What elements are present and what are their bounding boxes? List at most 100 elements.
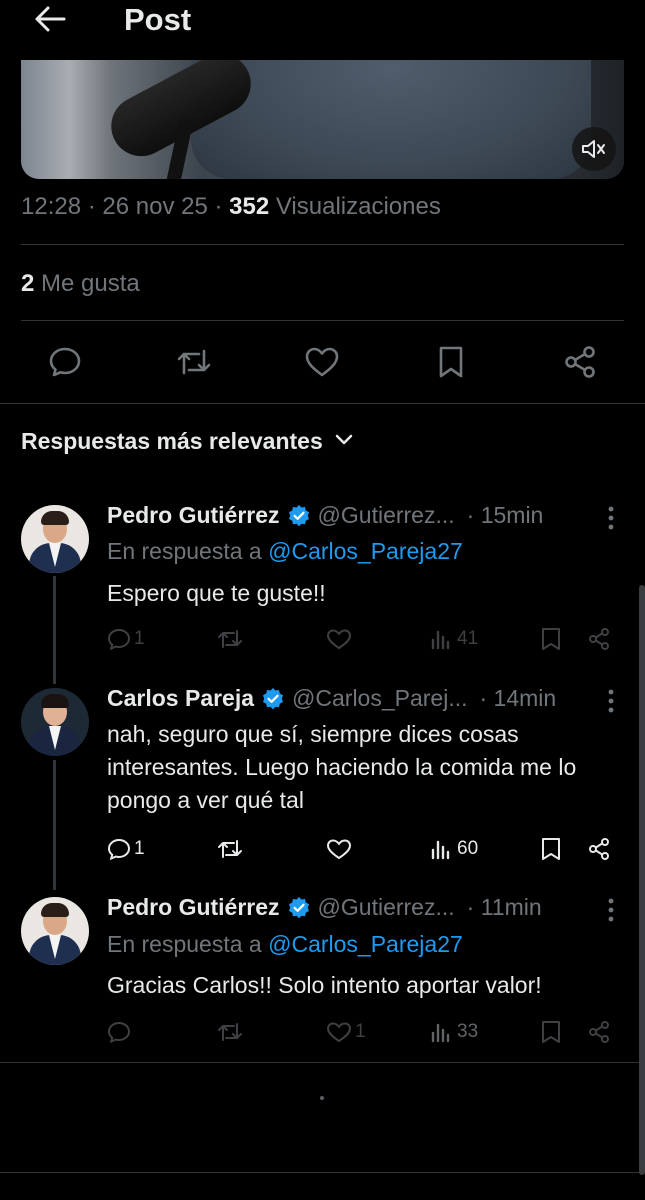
post-action-bar: [0, 336, 645, 388]
reply-actions: 1 60: [0, 835, 645, 863]
more-options-icon[interactable]: [601, 896, 621, 924]
like-icon: [326, 839, 352, 860]
reply-time[interactable]: · 15min: [467, 502, 544, 529]
reply-text: Gracias Carlos!! Solo intento aportar va…: [107, 972, 542, 998]
chevron-down-icon: [335, 433, 353, 451]
post-meta: 12:28 · 26 nov 25 · 352 Visualizaciones: [21, 193, 441, 220]
views-icon: [431, 630, 450, 650]
share-icon[interactable]: [554, 336, 606, 388]
reply-icon: [107, 628, 131, 650]
reply-actions: 1 33: [0, 1018, 645, 1046]
views-count: 41: [457, 628, 479, 649]
share-button[interactable]: [587, 835, 611, 863]
like-button[interactable]: 1: [326, 1018, 366, 1046]
repost-icon: [218, 1023, 242, 1041]
verified-badge-icon: [287, 896, 311, 920]
avatar[interactable]: [21, 897, 89, 965]
post-video[interactable]: [21, 40, 624, 179]
share-icon: [589, 628, 609, 650]
replying-to: En respuesta a @Carlos_Pareja27: [107, 538, 463, 565]
bookmark-icon: [542, 628, 560, 650]
reply-text: Espero que te guste!!: [107, 580, 326, 606]
author-handle[interactable]: @Carlos_Parej...: [292, 685, 467, 712]
views-button[interactable]: 33: [430, 1018, 478, 1046]
thread-connector: [53, 760, 56, 890]
share-icon: [589, 838, 609, 860]
page-title: Post: [124, 2, 192, 37]
loading-indicator: [320, 1096, 324, 1100]
likes-label: Me gusta: [41, 270, 140, 297]
views-button[interactable]: 41: [430, 625, 478, 653]
video-person: [191, 40, 591, 179]
verified-badge-icon: [287, 504, 311, 528]
like-count: 1: [355, 1021, 366, 1042]
divider: [21, 320, 624, 321]
reply-actions: 1 41: [0, 625, 645, 653]
author-handle[interactable]: @Gutierrez...: [318, 894, 455, 921]
post-date: 26 nov 25: [102, 193, 208, 220]
reply-icon[interactable]: [39, 336, 91, 388]
reply-header: Pedro Gutiérrez @Gutierrez... · 15min: [107, 502, 543, 529]
like-button[interactable]: [326, 625, 352, 653]
avatar[interactable]: [21, 688, 89, 756]
back-arrow-icon[interactable]: [30, 4, 70, 34]
top-bar: Post: [0, 0, 645, 60]
reply-header: Pedro Gutiérrez @Gutierrez... · 11min: [107, 894, 542, 921]
divider: [0, 403, 645, 404]
bookmark-icon[interactable]: [425, 336, 477, 388]
bookmark-button[interactable]: [540, 835, 562, 863]
reply-header: Carlos Pareja @Carlos_Parej... · 14min: [107, 685, 556, 712]
post-time: 12:28: [21, 193, 82, 220]
divider: [0, 1062, 645, 1063]
verified-badge-icon: [261, 687, 285, 711]
likes-summary[interactable]: 2 Me gusta: [21, 270, 140, 298]
replying-to: En respuesta a @Carlos_Pareja27: [107, 931, 463, 958]
share-button[interactable]: [587, 625, 611, 653]
reply-button[interactable]: [107, 1018, 131, 1046]
author-handle[interactable]: @Gutierrez...: [318, 502, 455, 529]
reply-button[interactable]: 1: [107, 625, 145, 653]
views-count: 33: [457, 1021, 479, 1042]
repost-icon: [218, 840, 242, 858]
views-count: 60: [457, 838, 479, 859]
reply-text: nah, seguro que sí, siempre dices cosas …: [107, 721, 577, 813]
more-options-icon[interactable]: [601, 504, 621, 532]
share-button[interactable]: [587, 1018, 611, 1046]
reply-time[interactable]: · 14min: [480, 685, 557, 712]
likes-count: 2: [21, 270, 35, 297]
mention-link[interactable]: @Carlos_Pareja27: [268, 538, 463, 564]
like-icon[interactable]: [296, 336, 348, 388]
views-label: Visualizaciones: [275, 193, 441, 220]
views-count: 352: [229, 193, 270, 220]
mention-link[interactable]: @Carlos_Pareja27: [268, 931, 463, 957]
repost-button[interactable]: [216, 835, 244, 863]
author-name[interactable]: Pedro Gutiérrez: [107, 502, 280, 529]
views-button[interactable]: 60: [430, 835, 478, 863]
reply-icon: [107, 838, 131, 860]
reply-time[interactable]: · 11min: [467, 894, 542, 921]
like-icon: [326, 1022, 352, 1043]
replying-prefix: En respuesta a: [107, 538, 262, 564]
divider: [0, 1172, 645, 1173]
bookmark-button[interactable]: [540, 625, 562, 653]
more-options-icon[interactable]: [601, 687, 621, 715]
replies-sort-selector[interactable]: Respuestas más relevantes: [21, 428, 353, 455]
like-button[interactable]: [326, 835, 352, 863]
reply-count: 1: [134, 838, 145, 859]
bookmark-icon: [542, 838, 560, 860]
scrollbar[interactable]: [639, 585, 645, 1175]
avatar[interactable]: [21, 505, 89, 573]
author-name[interactable]: Carlos Pareja: [107, 685, 254, 712]
repost-button[interactable]: [216, 625, 244, 653]
repost-icon: [218, 630, 242, 648]
like-icon: [326, 629, 352, 650]
share-icon: [589, 1021, 609, 1043]
repost-button[interactable]: [216, 1018, 244, 1046]
volume-muted-icon[interactable]: [572, 127, 616, 171]
reply-icon: [107, 1021, 131, 1043]
author-name[interactable]: Pedro Gutiérrez: [107, 894, 280, 921]
bookmark-button[interactable]: [540, 1018, 562, 1046]
reply-button[interactable]: 1: [107, 835, 145, 863]
repost-icon[interactable]: [168, 336, 220, 388]
divider: [21, 244, 624, 245]
